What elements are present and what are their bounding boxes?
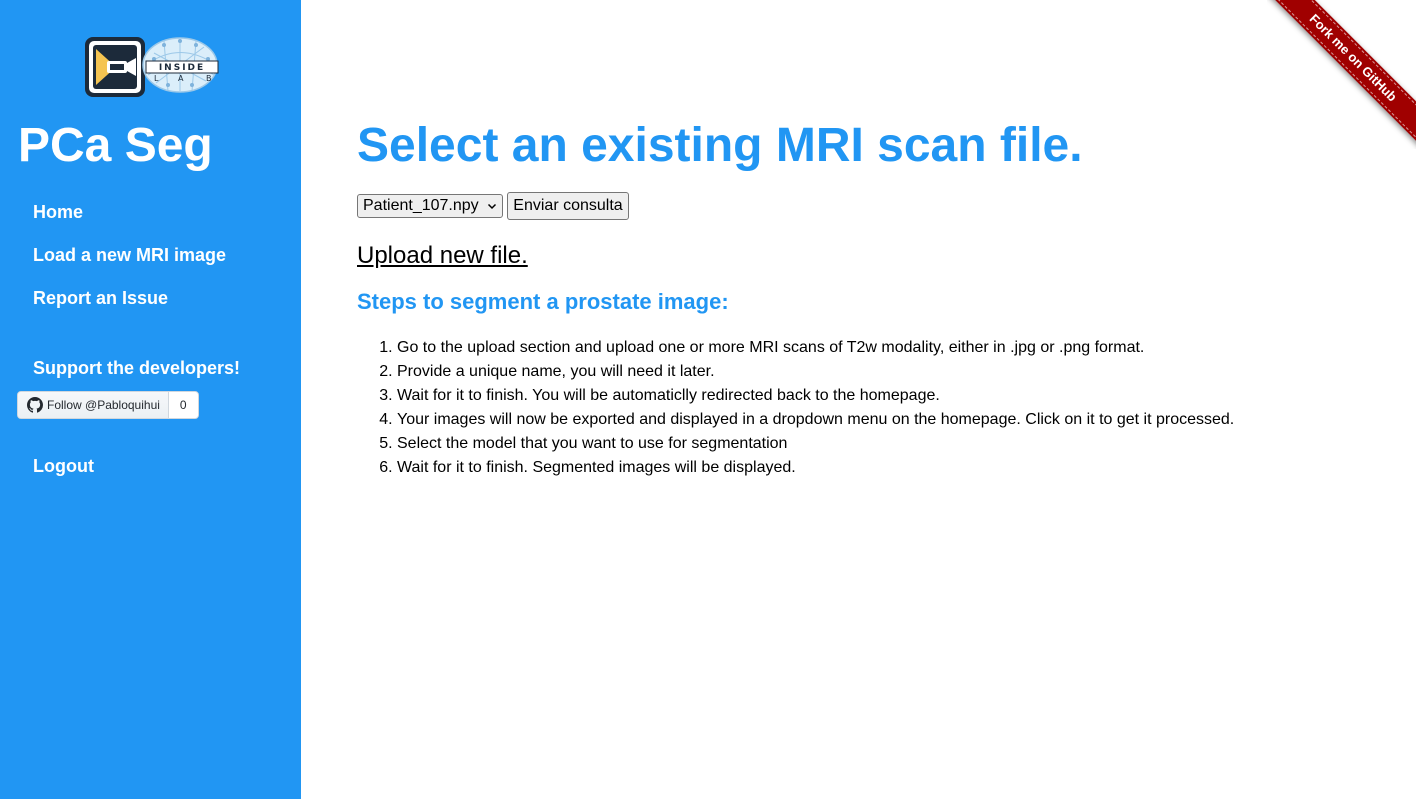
brand-title: PCa Seg [18,119,213,172]
step-item: Wait for it to finish. Segmented images … [397,456,1234,480]
nav-support-developers[interactable]: Support the developers! [33,357,240,379]
follow-label: Follow @Pabloquihui [47,398,160,412]
github-follow-button[interactable]: Follow @Pabloquihui 0 [17,391,199,419]
follower-count[interactable]: 0 [168,392,198,418]
sidebar: INSIDE L A B PCa Seg Home Load a new MRI… [0,0,301,799]
camera-logo-icon: INSIDE L A B [85,37,219,97]
nav-report-issue[interactable]: Report an Issue [33,287,168,309]
steps-heading: Steps to segment a prostate image: [357,289,729,314]
page: INSIDE L A B PCa Seg Home Load a new MRI… [0,0,1416,799]
step-item: Wait for it to finish. You will be autom… [397,384,1234,408]
fork-me-on-github-ribbon[interactable]: Fork me on GitHub [1267,0,1416,148]
submit-button[interactable]: Enviar consulta [507,192,629,220]
svg-text:INSIDE: INSIDE [159,63,205,73]
svg-text:L: L [154,74,159,83]
svg-text:A: A [178,74,184,83]
follow-main[interactable]: Follow @Pabloquihui [18,392,169,418]
github-icon [27,397,43,413]
steps-list: Go to the upload section and upload one … [357,336,1234,480]
select-value: Patient_107.npy [363,197,479,214]
fork-ribbon-container: Fork me on GitHub [1267,0,1416,149]
upload-new-file-link[interactable]: Upload new file. [357,241,528,271]
page-title: Select an existing MRI scan file. [357,119,1083,172]
step-item: Go to the upload section and upload one … [397,336,1234,360]
step-item: Your images will now be exported and dis… [397,408,1234,432]
nav-logout[interactable]: Logout [33,455,94,477]
chevron-down-icon [487,203,497,210]
nav-home[interactable]: Home [33,201,83,223]
app-logo[interactable]: INSIDE L A B [84,35,220,99]
nav-load-mri[interactable]: Load a new MRI image [33,244,226,266]
scan-file-select[interactable]: Patient_107.npy [357,194,503,218]
svg-text:B: B [206,74,212,83]
step-item: Select the model that you want to use fo… [397,432,1234,456]
step-item: Provide a unique name, you will need it … [397,360,1234,384]
